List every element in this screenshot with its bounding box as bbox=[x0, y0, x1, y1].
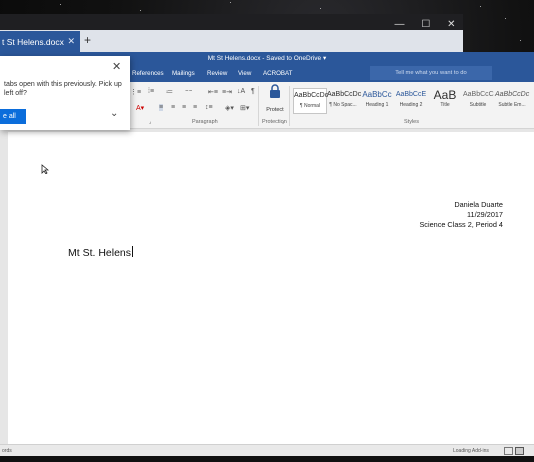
style-preview: AaBbCcDc bbox=[294, 92, 329, 99]
style-preview: AaB bbox=[433, 88, 457, 102]
loading-addins: Loading Add-ins bbox=[453, 448, 489, 454]
tab-close-icon[interactable]: ✕ bbox=[67, 36, 75, 47]
document-date: 11/29/2017 bbox=[467, 210, 503, 219]
class-period: Science Class 2, Period 4 bbox=[419, 220, 503, 229]
dialog-launcher-icon[interactable]: ⌟ bbox=[149, 119, 151, 125]
tab-review[interactable]: Review bbox=[207, 70, 227, 77]
style-preview: AaBbCcDc bbox=[495, 91, 530, 98]
pilcrow-icon[interactable]: ¶ bbox=[251, 88, 255, 95]
ribbon-divider bbox=[289, 86, 290, 126]
style-label: Subtle Em... bbox=[498, 102, 526, 108]
heading-text: Mt St. Helens bbox=[68, 247, 132, 259]
document-heading[interactable]: Mt St. Helens bbox=[68, 246, 134, 259]
shading-icon[interactable]: ◈▾ bbox=[225, 104, 234, 112]
group-label-paragraph: Paragraph bbox=[192, 119, 218, 125]
style-label: Title bbox=[440, 102, 450, 108]
close-window-button[interactable]: ✕ bbox=[447, 19, 455, 30]
tab-view[interactable]: View bbox=[238, 70, 251, 77]
bullets-icon[interactable]: ⋮≡ bbox=[130, 88, 141, 96]
style-label: Heading 2 bbox=[399, 102, 423, 108]
minimize-button[interactable]: — bbox=[394, 19, 404, 30]
multilevel-list-icon[interactable]: ≔ bbox=[166, 88, 173, 96]
tab-mailings[interactable]: Mailings bbox=[172, 70, 195, 77]
print-layout-icon[interactable] bbox=[515, 447, 524, 455]
popup-message: tabs open with this previously. Pick up … bbox=[4, 81, 122, 97]
protect-button[interactable]: Protect bbox=[264, 84, 286, 116]
group-label-protection: Protection bbox=[262, 119, 287, 125]
align-right-icon[interactable]: ≡ bbox=[182, 104, 186, 111]
style-label: Heading 1 bbox=[365, 102, 389, 108]
protect-label: Protect bbox=[266, 107, 284, 113]
word-count[interactable]: ords bbox=[2, 448, 12, 454]
borders-icon[interactable]: ⊞▾ bbox=[240, 104, 249, 112]
align-center-icon[interactable]: ≡ bbox=[171, 104, 175, 111]
read-mode-icon[interactable] bbox=[504, 447, 513, 455]
sort-icon[interactable]: ↓A bbox=[237, 88, 245, 95]
style-title[interactable]: AaB Title bbox=[429, 88, 461, 112]
chevron-down-icon[interactable]: ⌄ bbox=[110, 108, 118, 119]
numbering-icon[interactable]: ⁞≡ bbox=[148, 88, 154, 95]
style-label: Subtitle bbox=[469, 102, 487, 108]
style-no-spacing[interactable]: AaBbCcDc ¶ No Spac... bbox=[327, 88, 362, 112]
style-subtitle[interactable]: AaBbCcC Subtitle bbox=[463, 88, 494, 112]
new-tab-button[interactable]: + bbox=[84, 33, 91, 47]
group-label-styles: Styles bbox=[404, 119, 419, 125]
style-label: ¶ Normal bbox=[299, 103, 321, 109]
style-heading-1[interactable]: AaBbCc Heading 1 bbox=[361, 88, 393, 112]
document-page[interactable] bbox=[8, 132, 534, 444]
multilevel-list-icon[interactable]: ⁼⁼ bbox=[185, 88, 192, 96]
tab-title: t St Helens.docx bbox=[2, 36, 64, 47]
decrease-indent-icon[interactable]: ⇤≡ bbox=[208, 88, 218, 96]
style-subtle-emphasis[interactable]: AaBbCcDc Subtle Em... bbox=[495, 88, 529, 112]
author-name: Daniela Duarte bbox=[454, 200, 503, 209]
style-preview: AaBbCcC bbox=[463, 91, 494, 98]
restore-all-button[interactable]: e all bbox=[0, 109, 26, 124]
tab-document[interactable]: t St Helens.docx ✕ bbox=[0, 31, 80, 52]
line-spacing-icon[interactable]: ↕≡ bbox=[205, 104, 213, 111]
style-preview: AaBbCcDc bbox=[327, 91, 362, 98]
taskbar bbox=[0, 456, 534, 462]
justify-icon[interactable]: ≡ bbox=[193, 104, 197, 111]
text-caret bbox=[132, 246, 134, 257]
style-label: ¶ No Spac... bbox=[329, 102, 357, 108]
mouse-cursor-icon bbox=[41, 164, 49, 174]
tab-references[interactable]: References bbox=[132, 70, 164, 77]
maximize-button[interactable]: ☐ bbox=[421, 19, 430, 30]
close-icon[interactable]: ✕ bbox=[112, 60, 121, 73]
style-normal[interactable]: AaBbCcDc ¶ Normal bbox=[293, 88, 329, 114]
ribbon-divider bbox=[258, 86, 259, 126]
font-color-icon[interactable]: A▾ bbox=[136, 104, 144, 112]
align-left-icon[interactable]: ≡ bbox=[159, 104, 164, 111]
tell-me-search[interactable]: Tell me what you want to do bbox=[370, 66, 492, 80]
increase-indent-icon[interactable]: ≡⇥ bbox=[222, 88, 232, 96]
style-heading-2[interactable]: AaBbCcE Heading 2 bbox=[395, 88, 427, 112]
style-preview: AaBbCcE bbox=[395, 91, 427, 98]
style-preview: AaBbCc bbox=[362, 90, 392, 99]
tab-acrobat[interactable]: ACROBAT bbox=[263, 70, 292, 77]
lock-icon bbox=[270, 84, 280, 98]
